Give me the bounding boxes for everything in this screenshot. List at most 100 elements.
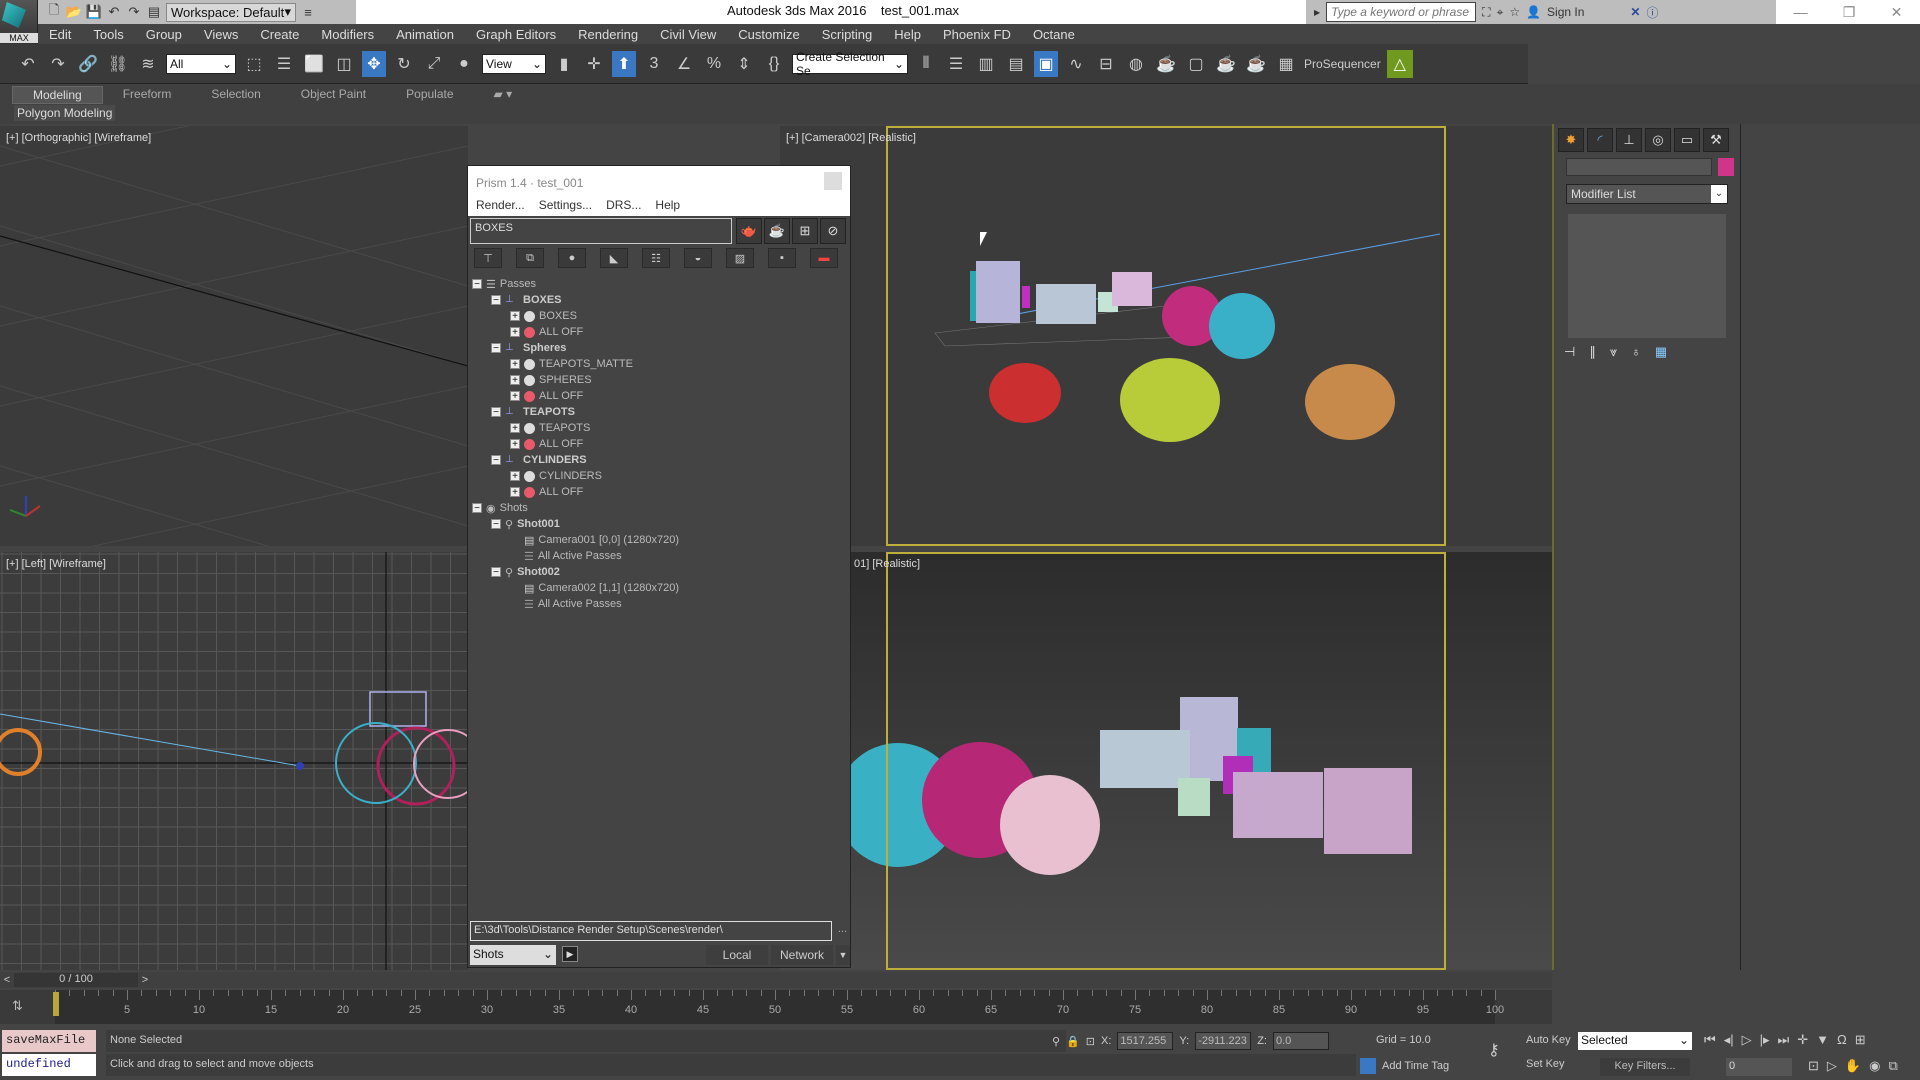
color-icon[interactable]: ▬ bbox=[810, 248, 838, 268]
modifier-list-dropdown[interactable]: Modifier List ⌄ bbox=[1566, 184, 1728, 204]
next-key-icon[interactable]: |▸ bbox=[1760, 1032, 1770, 1048]
tree-item-pass[interactable]: + BOXES bbox=[510, 308, 577, 324]
satellite-icon[interactable]: ⌖ bbox=[1497, 5, 1504, 20]
tree-item-camera[interactable]: ▤ Camera001 [0,0] (1280x720) bbox=[510, 532, 679, 548]
copy-pass-icon[interactable]: ⧉ bbox=[516, 248, 544, 268]
lock-icon[interactable]: 🔒 bbox=[1066, 1035, 1080, 1048]
named-selection-dropdown[interactable]: Create Selection Se ⌄ bbox=[792, 50, 908, 78]
viewport-label[interactable]: [+] [Left] [Wireframe] bbox=[6, 558, 106, 570]
menu-octane[interactable]: Octane bbox=[1022, 27, 1086, 42]
angle-snap-icon[interactable]: ∠ bbox=[672, 51, 696, 77]
hierarchy-icon[interactable]: ⊞ bbox=[792, 218, 818, 244]
menu-views[interactable]: Views bbox=[193, 27, 249, 42]
add-group-icon[interactable]: ⊤ bbox=[474, 248, 502, 268]
tree-item-passes[interactable]: ☰ All Active Passes bbox=[510, 596, 622, 612]
align-icon[interactable]: ☰ bbox=[944, 51, 968, 77]
render-network-button[interactable]: Network bbox=[771, 945, 833, 965]
expand-icon[interactable]: + bbox=[510, 471, 520, 482]
tree-item-pass[interactable]: + TEAPOTS_MATTE bbox=[510, 356, 633, 372]
collapse-icon[interactable]: − bbox=[491, 407, 501, 418]
orbit-icon[interactable]: Ω bbox=[1837, 1032, 1847, 1048]
redo-icon[interactable]: ↷ bbox=[46, 51, 70, 77]
maximize-toggle-icon[interactable]: ⧉ bbox=[1888, 1058, 1897, 1074]
ribbon-options-icon[interactable]: ▰ ▾ bbox=[474, 86, 533, 104]
camera-icon[interactable]: ◣ bbox=[600, 248, 628, 268]
display-tab-icon[interactable]: ▭ bbox=[1674, 128, 1700, 152]
show-end-result-icon[interactable]: ∥ bbox=[1589, 344, 1596, 360]
browse-button[interactable]: ... bbox=[838, 923, 847, 935]
x-coordinate-field[interactable]: 1517.255 bbox=[1117, 1032, 1174, 1050]
customize-qat-icon[interactable]: ≡ bbox=[300, 4, 316, 20]
ribbon-tab-modeling[interactable]: Modeling bbox=[12, 86, 103, 104]
render-mode-dropdown[interactable]: Shots ⌄ bbox=[470, 945, 556, 965]
exchange-icon[interactable]: ✕ bbox=[1630, 5, 1640, 19]
time-slider[interactable]: < 0 / 100 > bbox=[0, 972, 1552, 988]
viewport-camera001[interactable]: 01] [Realistic] bbox=[780, 552, 1552, 970]
collapse-icon[interactable]: − bbox=[491, 343, 501, 354]
restore-button[interactable]: ❐ bbox=[1843, 4, 1856, 21]
reference-coordinate-dropdown[interactable]: View ⌄ bbox=[482, 53, 546, 74]
play-icon[interactable]: ▷ bbox=[1742, 1032, 1752, 1048]
motion-tab-icon[interactable]: ◎ bbox=[1645, 128, 1671, 152]
menu-graph-editors[interactable]: Graph Editors bbox=[465, 27, 567, 42]
set-key-button[interactable]: Set Key bbox=[1526, 1058, 1565, 1070]
select-and-scale-icon[interactable]: ⤢ bbox=[422, 51, 446, 77]
tree-item-pass[interactable]: + ALL OFF bbox=[510, 484, 583, 500]
edit-named-selection-icon[interactable]: {} bbox=[762, 51, 786, 77]
application-menu-button[interactable]: MAX bbox=[0, 0, 38, 44]
render-iterative-icon[interactable]: ☕ bbox=[1244, 51, 1268, 77]
select-and-move-icon[interactable]: ✥ bbox=[362, 50, 386, 77]
collapse-icon[interactable]: − bbox=[472, 503, 482, 514]
track-bar[interactable]: ⇅ 5 10 15 20 25 30 35 40 45 50 55 60 65 70 75 80 85 90 95 1… bbox=[0, 990, 1552, 1024]
menu-customize[interactable]: Customize bbox=[727, 27, 810, 42]
expand-icon[interactable]: + bbox=[510, 423, 520, 434]
bind-spacewarp-icon[interactable]: ≋ bbox=[136, 51, 160, 77]
menu-modifiers[interactable]: Modifiers bbox=[310, 27, 385, 42]
image-icon[interactable]: ▨ bbox=[726, 248, 754, 268]
key-filters-button[interactable]: Key Filters... bbox=[1600, 1058, 1690, 1076]
time-config-icon[interactable]: ⊡ bbox=[1808, 1058, 1819, 1074]
frame-ruler[interactable]: 5 10 15 20 25 30 35 40 45 50 55 60 65 70 75 80 85 90 95 100 bbox=[53, 990, 1504, 1024]
tree-item-pass[interactable]: + ALL OFF bbox=[510, 324, 583, 340]
menu-animation[interactable]: Animation bbox=[385, 27, 465, 42]
scene-explorer-icon[interactable]: ▣ bbox=[1034, 50, 1058, 77]
binoculars-icon[interactable]: ⛶ bbox=[1482, 5, 1490, 20]
expand-icon[interactable]: + bbox=[510, 487, 520, 498]
tree-item-pass[interactable]: + ALL OFF bbox=[510, 436, 583, 452]
isolate-icon[interactable]: ⚲ bbox=[1052, 1035, 1060, 1048]
save-icon[interactable]: 💾 bbox=[86, 4, 102, 20]
select-by-name-icon[interactable]: ☰ bbox=[272, 51, 296, 77]
close-button[interactable]: ✕ bbox=[1891, 4, 1903, 21]
menu-help[interactable]: Help bbox=[883, 27, 932, 42]
viewport-label[interactable]: [+] [Camera002] [Realistic] bbox=[786, 132, 916, 144]
menu-create[interactable]: Create bbox=[249, 27, 310, 42]
prism-menu-help[interactable]: Help bbox=[655, 198, 680, 214]
go-to-end-icon[interactable]: ⏭ bbox=[1778, 1032, 1790, 1048]
open-file-icon[interactable]: 📂 bbox=[66, 4, 82, 20]
ribbon-tab-populate[interactable]: Populate bbox=[386, 86, 473, 104]
add-pass-icon[interactable]: ● bbox=[558, 248, 586, 268]
workspace-dropdown[interactable]: Workspace: Default ▾ bbox=[166, 2, 296, 22]
viewport-orthographic[interactable]: [+] [Orthographic] [Wireframe] bbox=[0, 126, 468, 546]
record-icon[interactable]: ▪ bbox=[768, 248, 796, 268]
object-color-swatch[interactable] bbox=[1718, 158, 1734, 176]
material-editor-icon[interactable]: ◍ bbox=[1124, 51, 1148, 77]
next-frame-icon[interactable]: > bbox=[138, 974, 152, 986]
curve-editor-icon[interactable]: ∿ bbox=[1064, 51, 1088, 77]
tree-item-camera[interactable]: ▤ Camera002 [1,1] (1280x720) bbox=[510, 580, 679, 596]
toggle-ribbon-icon[interactable]: ▤ bbox=[1004, 51, 1028, 77]
tree-item-shot[interactable]: − ⚲ Shot002 bbox=[491, 564, 560, 580]
redo-icon[interactable]: ↷ bbox=[126, 4, 142, 20]
time-slider-thumb[interactable]: 0 / 100 bbox=[14, 973, 138, 987]
tree-item-passes[interactable]: ☰ All Active Passes bbox=[510, 548, 622, 564]
play-icon[interactable]: ▶ bbox=[562, 946, 578, 962]
favorites-star-icon[interactable]: ☆ bbox=[1509, 5, 1520, 19]
tree-item-root[interactable]: − ☰ Passes bbox=[472, 276, 536, 292]
tree-item-shot[interactable]: − ⚲ Shot001 bbox=[491, 516, 560, 532]
playhead[interactable] bbox=[53, 992, 59, 1016]
viewport-label[interactable]: 01] [Realistic] bbox=[854, 558, 920, 570]
current-frame-field[interactable]: 0 bbox=[1726, 1058, 1792, 1076]
pivot-center-icon[interactable]: ▮ bbox=[552, 51, 576, 77]
menu-phoenix-fd[interactable]: Phoenix FD bbox=[932, 27, 1022, 42]
prism-menu-render[interactable]: Render... bbox=[476, 198, 525, 214]
